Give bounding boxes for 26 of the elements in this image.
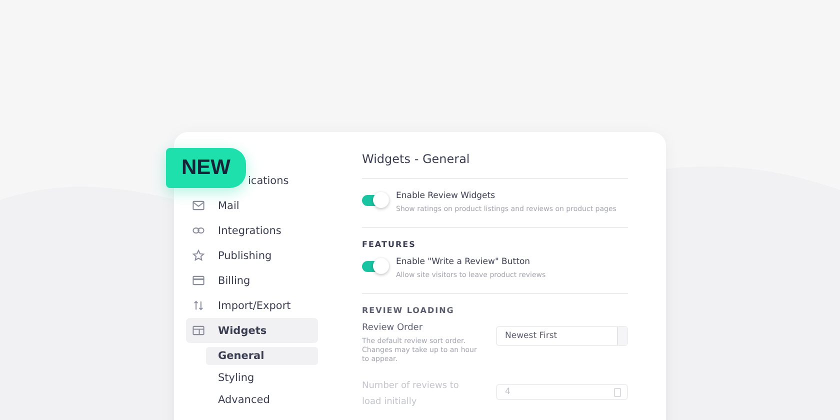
new-badge: NEW xyxy=(166,148,246,188)
sidebar-item[interactable]: Billing xyxy=(186,268,318,293)
setting-label: Review Order xyxy=(362,323,424,333)
toggle-switch[interactable] xyxy=(362,261,387,272)
card-icon xyxy=(192,274,205,287)
arrows-icon xyxy=(192,299,205,312)
toggle-switch[interactable] xyxy=(362,195,387,206)
sidebar-item[interactable]: Publishing xyxy=(186,243,318,268)
sidebar-subitem[interactable]: General xyxy=(206,347,318,365)
section-heading: FEATURES xyxy=(362,240,417,249)
sidebar-item[interactable]: Integrations xyxy=(186,218,318,243)
star-icon xyxy=(192,249,205,262)
sidebar-item[interactable]: Import/Export xyxy=(186,293,318,318)
setting-label: Enable "Write a Review" Button xyxy=(396,257,532,267)
sort-dropdown[interactable]: Newest First xyxy=(496,326,628,346)
setting-label: Number of reviews to load initially xyxy=(362,380,460,409)
sidebar-item[interactable]: ications xyxy=(248,168,318,193)
setting-label: Enable Review Widgets xyxy=(396,191,496,201)
page-title: Widgets - General xyxy=(362,152,628,179)
mail-icon xyxy=(192,199,205,212)
sidebar-item[interactable]: Mail xyxy=(186,193,318,218)
sidebar-item[interactable]: Widgets xyxy=(186,318,318,343)
window-icon xyxy=(192,324,205,337)
section-heading: REVIEW LOADING xyxy=(362,306,456,315)
sidebar-subitem[interactable]: Advanced xyxy=(206,391,318,409)
sidebar-subitem[interactable]: Styling xyxy=(206,369,318,387)
